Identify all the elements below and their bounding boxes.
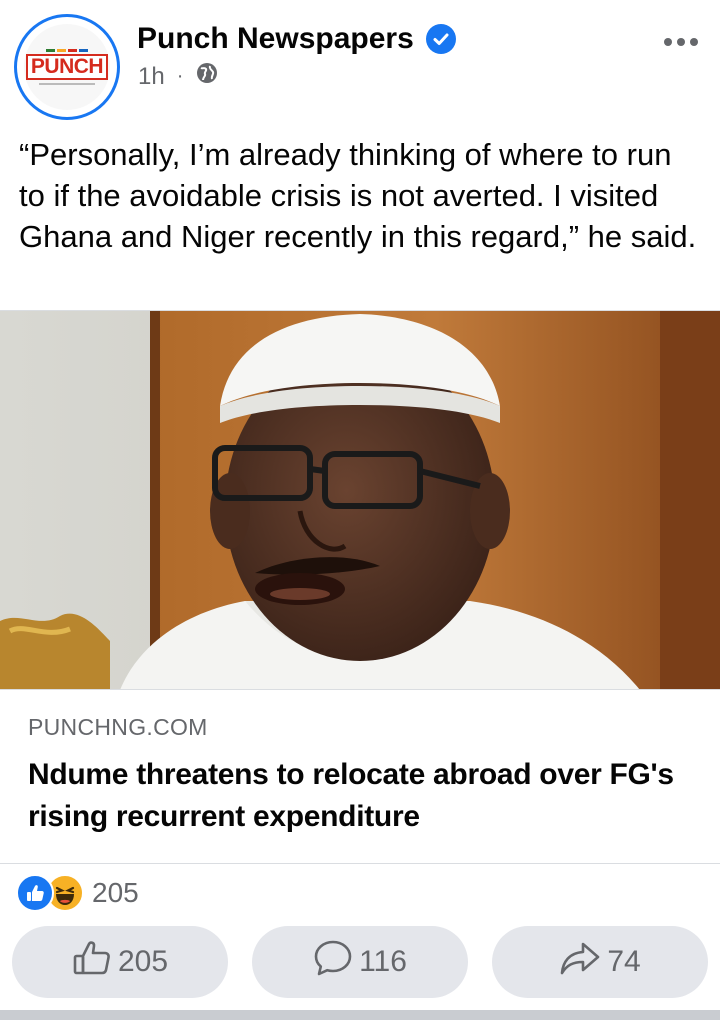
- globe-icon: [195, 61, 219, 92]
- like-button[interactable]: 205: [12, 926, 228, 998]
- post-text: “Personally, I’m already thinking of whe…: [19, 137, 697, 254]
- post-time[interactable]: 1h: [138, 63, 165, 91]
- post-header: PUNCH Punch Newspapers 1h ·: [0, 0, 720, 130]
- verified-badge-icon: [425, 24, 456, 54]
- thumbs-up-icon: [72, 940, 118, 984]
- page-name-row: Punch Newspapers: [137, 22, 456, 56]
- link-preview-image[interactable]: [0, 310, 720, 690]
- logo-stripes: [46, 49, 88, 52]
- post-divider: [0, 1010, 720, 1020]
- meta-separator: ·: [176, 65, 184, 87]
- link-domain: PUNCHNG.COM: [28, 714, 208, 740]
- logo-tagline-line: [39, 83, 95, 85]
- comment-button[interactable]: 116: [252, 926, 468, 998]
- reaction-count: 205: [92, 877, 139, 908]
- post-meta: 1h ·: [138, 61, 219, 92]
- comment-icon: [313, 939, 359, 985]
- share-button[interactable]: 74: [492, 926, 708, 998]
- page-name[interactable]: Punch Newspapers: [137, 22, 414, 56]
- reactions-summary[interactable]: 205: [16, 874, 139, 912]
- page-avatar[interactable]: PUNCH: [14, 14, 120, 120]
- link-headline[interactable]: Ndume threatens to relocate abroad over …: [28, 754, 698, 838]
- share-arrow-icon: [559, 940, 607, 984]
- logo-text: PUNCH: [25, 54, 109, 80]
- punch-logo: PUNCH: [24, 24, 110, 110]
- like-count: 205: [117, 945, 169, 978]
- share-count: 74: [607, 945, 641, 978]
- comment-count: 116: [359, 945, 407, 978]
- like-reaction-icon: [16, 874, 54, 912]
- link-preview[interactable]: PUNCHNG.COM Ndume threatens to relocate …: [0, 689, 720, 864]
- more-options-icon[interactable]: [664, 38, 698, 46]
